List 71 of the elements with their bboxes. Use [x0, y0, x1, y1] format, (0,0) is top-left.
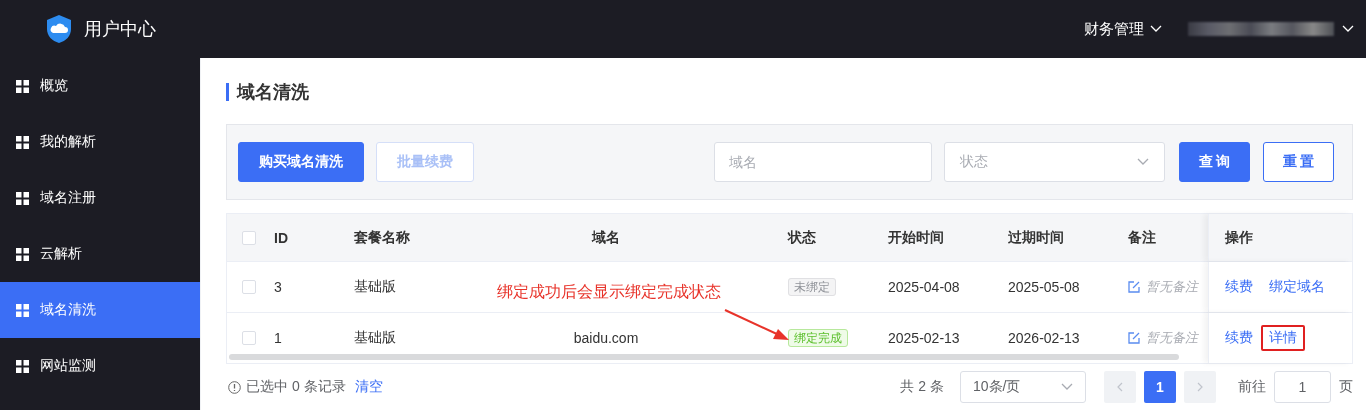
table-cell-text: 2026-02-13 [1008, 330, 1081, 347]
scrollbar[interactable] [229, 354, 1179, 361]
grid-icon [16, 79, 29, 93]
grid-icon [16, 135, 29, 149]
column-header: 开始时间 [888, 228, 945, 247]
edit-icon[interactable] [1128, 281, 1140, 294]
caret-icon [1342, 25, 1354, 33]
checkbox[interactable] [242, 280, 256, 295]
column-header: 过期时间 [1008, 228, 1065, 247]
status-select[interactable]: 状态 [944, 142, 1165, 183]
next-page-button[interactable] [1184, 371, 1216, 404]
page-size-select[interactable]: 10条/页 [960, 371, 1086, 404]
grid-icon [16, 303, 29, 317]
table-cell-text: 基础版 [354, 278, 397, 297]
table-cell-text: baidu.com [572, 330, 640, 347]
chevron-right-icon [1197, 382, 1203, 393]
table-cell-text: 2025-04-08 [888, 279, 961, 296]
column-header: 域名 [590, 228, 621, 247]
edit-icon[interactable] [1128, 332, 1140, 345]
table-cell-text: 1 [274, 330, 283, 347]
sidebar-item[interactable]: 域名注册 [0, 170, 200, 226]
action-link[interactable]: 详情 [1261, 325, 1305, 352]
column-header: 套餐名称 [354, 228, 411, 247]
sidebar-item[interactable]: 域名清洗 [0, 282, 200, 338]
grid-icon [16, 247, 29, 261]
annotation-arrow [723, 308, 791, 342]
domain-field[interactable]: 域名 [714, 142, 932, 183]
page-button[interactable]: 1 [1144, 371, 1176, 404]
chevron-left-icon [1117, 382, 1123, 393]
buy-button[interactable]: 购买域名清洗 [238, 142, 364, 183]
table-cell-text: 2025-05-08 [1008, 279, 1081, 296]
column-header: 备注 [1128, 228, 1157, 247]
finance-menu[interactable]: 财务管理 [1084, 19, 1162, 39]
table-cell-text: 基础版 [354, 329, 397, 348]
status-tag: 未绑定 [788, 278, 836, 297]
goto-label: 前往 [1238, 378, 1266, 397]
selection-count: 已选中 0 条记录 [246, 378, 346, 397]
total-count: 共 2 条 [900, 378, 944, 397]
checkbox[interactable] [242, 331, 256, 346]
info-icon [228, 380, 241, 394]
table-cell-text: 2025-02-13 [888, 330, 961, 347]
action-link[interactable]: 绑定域名 [1261, 274, 1333, 301]
sidebar-item[interactable]: 网站监测 [0, 338, 200, 394]
chevron-down-icon [1061, 383, 1073, 392]
search-button[interactable]: 查 询 [1179, 142, 1250, 183]
note-text: 暂无备注 [1146, 278, 1198, 297]
note-text: 暂无备注 [1146, 329, 1198, 348]
page-suffix: 页 [1339, 378, 1353, 397]
grid-icon [16, 191, 29, 205]
column-header: ID [274, 229, 289, 246]
reset-button[interactable]: 重 置 [1263, 142, 1334, 183]
column-header: 操作 [1225, 228, 1253, 247]
checkbox[interactable] [242, 230, 256, 245]
caret-icon [1150, 25, 1162, 33]
sidebar-item[interactable]: 云解析 [0, 226, 200, 282]
chevron-down-icon [1137, 158, 1149, 167]
prev-page-button[interactable] [1104, 371, 1136, 404]
clear-link[interactable]: 清空 [354, 378, 383, 397]
action-link[interactable]: 续费 [1217, 325, 1261, 352]
app-title: 用户中心 [84, 18, 156, 41]
sidebar-item[interactable]: 我的解析 [0, 114, 200, 170]
grid-icon [16, 359, 29, 373]
table-cell-text: 3 [274, 279, 283, 296]
shield-cloud-logo [46, 14, 72, 44]
action-link[interactable]: 续费 [1217, 274, 1261, 301]
sidebar-item[interactable]: 概览 [0, 58, 200, 114]
column-header: 状态 [788, 228, 817, 247]
page-title: 域名清洗 [237, 80, 309, 104]
annotation-text: 绑定成功后会显示绑定完成状态 [497, 282, 721, 302]
page-number-field[interactable]: 1 [1274, 371, 1331, 404]
status-tag: 绑定完成 [788, 329, 848, 348]
